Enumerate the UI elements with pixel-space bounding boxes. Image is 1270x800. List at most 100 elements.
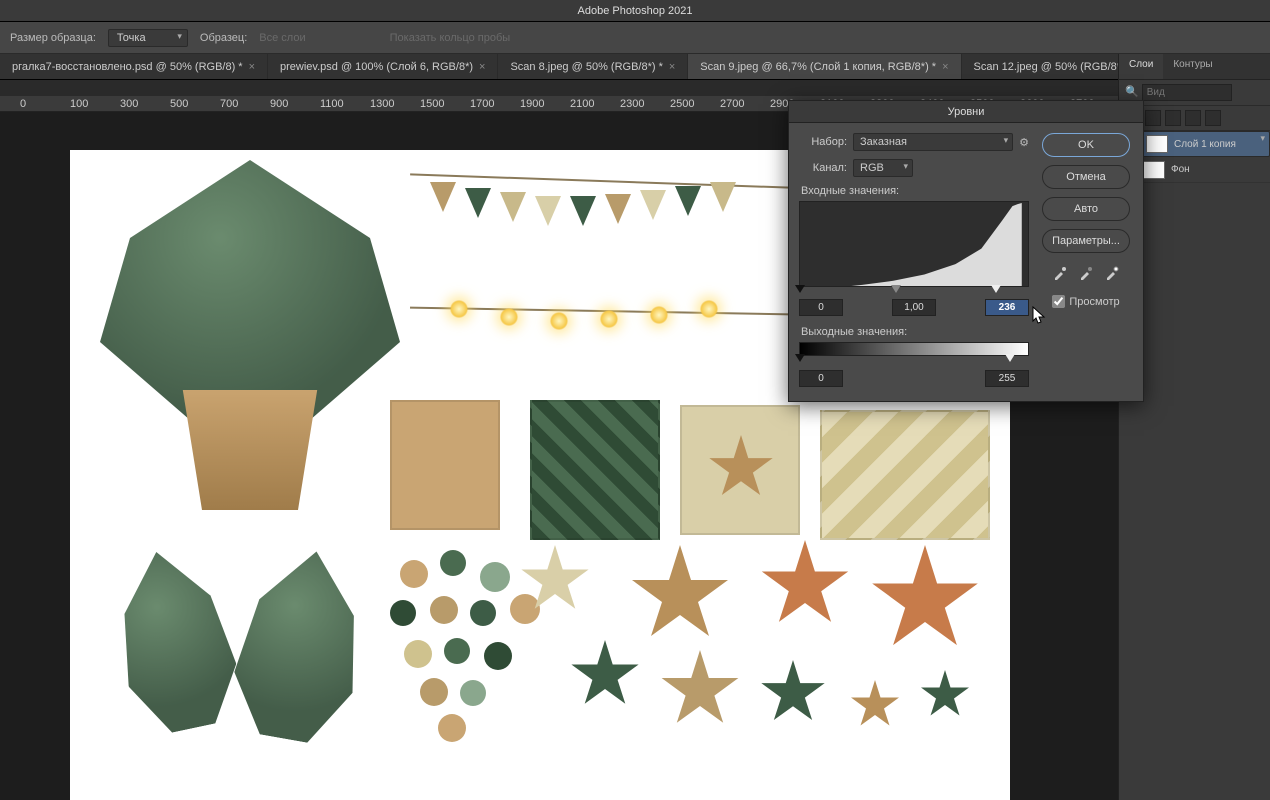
tab-layers[interactable]: Слои — [1119, 54, 1163, 79]
preview-checkbox-input[interactable] — [1052, 295, 1065, 308]
input-gamma-field[interactable] — [892, 299, 936, 316]
layer-name: Слой 1 копия — [1174, 139, 1236, 150]
levels-title: Уровни — [789, 101, 1143, 123]
ruler-mark: 0 — [20, 98, 26, 110]
cancel-button[interactable]: Отмена — [1042, 165, 1130, 189]
show-ring-label: Показать кольцо пробы — [390, 32, 511, 44]
art-bulb — [600, 310, 618, 328]
document-tab[interactable]: Scan 9.jpeg @ 66,7% (Слой 1 копия, RGB/8… — [688, 54, 961, 79]
channel-dropdown[interactable]: RGB — [853, 159, 913, 177]
ruler-mark: 100 — [70, 98, 88, 110]
output-sliders — [799, 354, 1029, 364]
document-tab[interactable]: Scan 8.jpeg @ 50% (RGB/8*) * × — [498, 54, 688, 79]
output-white-slider[interactable] — [1005, 354, 1015, 362]
document-tab[interactable]: prewiev.psd @ 100% (Слой 6, RGB/8*) × — [268, 54, 498, 79]
ruler-mark: 2700 — [720, 98, 744, 110]
tab-label: Scan 9.jpeg @ 66,7% (Слой 1 копия, RGB/8… — [700, 61, 936, 73]
art-flag — [465, 188, 491, 218]
auto-button[interactable]: Авто — [1042, 197, 1130, 221]
art-bulb — [700, 300, 718, 318]
options-button[interactable]: Параметры... — [1042, 229, 1130, 253]
close-icon[interactable]: × — [942, 61, 948, 73]
ruler-mark: 900 — [270, 98, 288, 110]
ruler-mark: 1100 — [320, 98, 344, 110]
art-star — [660, 650, 740, 730]
art-flag — [605, 194, 631, 224]
ruler-mark: 2500 — [670, 98, 694, 110]
preview-checkbox[interactable]: Просмотр — [1052, 295, 1119, 308]
tab-label: prewiev.psd @ 100% (Слой 6, RGB/8*) — [280, 61, 473, 73]
gear-icon[interactable]: ⚙ — [1019, 136, 1029, 149]
art-star — [920, 670, 970, 720]
document-tab[interactable]: ргалка7-восстановлено.psd @ 50% (RGB/8) … — [0, 54, 268, 79]
white-point-slider[interactable] — [991, 285, 1001, 293]
art-gift — [390, 400, 500, 530]
output-values-label: Выходные значения: — [801, 326, 1029, 338]
art-branch — [224, 541, 375, 749]
levels-dialog[interactable]: Уровни Набор: Заказная ⚙ Канал: RGB Вход… — [788, 100, 1144, 402]
filter-shape-icon[interactable] — [1185, 110, 1201, 126]
sample-size-dropdown[interactable]: Точка — [108, 29, 188, 47]
filter-adjust-icon[interactable] — [1145, 110, 1161, 126]
ruler-mark: 1900 — [520, 98, 544, 110]
layer-thumbnail — [1146, 135, 1168, 153]
sample-size-label: Размер образца: — [10, 32, 96, 44]
ruler-mark: 1300 — [370, 98, 394, 110]
preview-label: Просмотр — [1069, 296, 1119, 308]
black-point-slider[interactable] — [795, 285, 805, 293]
close-icon[interactable]: × — [669, 61, 675, 73]
art-star — [850, 680, 900, 730]
ok-button[interactable]: OK — [1042, 133, 1130, 157]
close-icon[interactable]: × — [479, 61, 485, 73]
ruler-mark: 700 — [220, 98, 238, 110]
input-white-field[interactable] — [985, 299, 1029, 316]
art-star — [630, 545, 730, 645]
art-flag — [675, 186, 701, 216]
art-flag — [430, 182, 456, 212]
sample-label: Образец: — [200, 32, 247, 44]
art-flag — [570, 196, 596, 226]
art-flag — [710, 182, 736, 212]
eyedropper-black-icon[interactable] — [1052, 265, 1068, 281]
app-titlebar: Adobe Photoshop 2021 — [0, 0, 1270, 22]
art-star — [570, 640, 640, 710]
art-bulb — [500, 308, 518, 326]
gamma-slider[interactable] — [891, 285, 901, 293]
sample-value: Все слои — [259, 32, 305, 44]
tab-label: Scan 12.jpeg @ 50% (RGB/8*) — [974, 61, 1125, 73]
layer-thumbnail — [1143, 161, 1165, 179]
panel-tabs: Слои Контуры — [1119, 54, 1270, 80]
art-gift — [820, 410, 990, 540]
input-sliders — [799, 285, 1029, 295]
layer-name: Фон — [1171, 164, 1190, 175]
ruler-mark: 300 — [120, 98, 138, 110]
histogram — [799, 201, 1029, 287]
art-bulb — [650, 306, 668, 324]
input-values-label: Входные значения: — [801, 185, 1029, 197]
art-bulb — [550, 312, 568, 330]
output-black-field[interactable] — [799, 370, 843, 387]
art-flag — [535, 196, 561, 226]
layer-search-input[interactable] — [1142, 84, 1232, 101]
art-pot — [170, 390, 330, 510]
input-black-field[interactable] — [799, 299, 843, 316]
filter-smart-icon[interactable] — [1205, 110, 1221, 126]
preset-label: Набор: — [799, 136, 847, 148]
eyedropper-white-icon[interactable] — [1104, 265, 1120, 281]
close-icon[interactable]: × — [249, 61, 255, 73]
art-flag — [640, 190, 666, 220]
ruler-mark: 500 — [170, 98, 188, 110]
tab-paths[interactable]: Контуры — [1163, 54, 1222, 79]
options-bar: Размер образца: Точка Образец: Все слои … — [0, 22, 1270, 54]
output-black-slider[interactable] — [795, 354, 805, 362]
eyedroppers — [1052, 265, 1120, 281]
art-star — [760, 660, 826, 726]
channel-label: Канал: — [799, 162, 847, 174]
tab-label: Scan 8.jpeg @ 50% (RGB/8*) * — [510, 61, 662, 73]
filter-type-icon[interactable] — [1165, 110, 1181, 126]
output-white-field[interactable] — [985, 370, 1029, 387]
art-pine-pot — [100, 160, 400, 420]
eyedropper-gray-icon[interactable] — [1078, 265, 1094, 281]
ruler-mark: 2100 — [570, 98, 594, 110]
preset-dropdown[interactable]: Заказная — [853, 133, 1013, 151]
